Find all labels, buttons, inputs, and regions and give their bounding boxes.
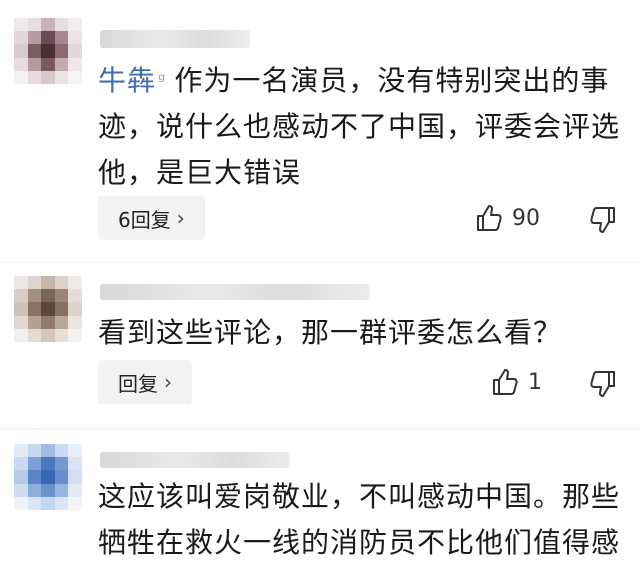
like-count: 1 <box>528 369 542 395</box>
comment-body: 看到这些评论，那一群评委怎么看？ <box>98 316 563 349</box>
like-button[interactable]: 90 <box>476 204 540 232</box>
avatar[interactable] <box>14 18 82 84</box>
reply-label: 6回复 <box>118 207 171 232</box>
avatar[interactable] <box>14 276 82 342</box>
thumb-up-icon <box>476 204 502 232</box>
thumb-up-icon <box>492 368 518 396</box>
avatar[interactable] <box>14 444 82 510</box>
username-link[interactable]: 牛犇 <box>98 64 156 97</box>
chevron-right-icon: › <box>176 206 185 230</box>
blurred-username <box>100 30 250 48</box>
thumb-down-icon <box>590 206 616 234</box>
comment-body: 作为一名演员，没有特别突出的事迹，说什么也感动不了中国，评委会评选他，是巨大错误 <box>98 64 621 189</box>
comment-text: 看到这些评论，那一群评委怎么看？ <box>98 310 628 356</box>
divider <box>0 428 640 429</box>
dislike-button[interactable] <box>590 206 616 234</box>
divider <box>0 262 640 263</box>
comment-text: 这应该叫爱岗敬业，不叫感动中国。那些牺牲在救火一线的消防员不比他们值得感 <box>98 474 628 566</box>
like-button[interactable]: 1 <box>492 368 542 396</box>
chevron-right-icon: › <box>164 370 172 394</box>
comment-text: 牛犇 ᵍ 作为一名演员，没有特别突出的事迹，说什么也感动不了中国，评委会评选他，是巨… <box>98 58 628 196</box>
thumb-down-icon <box>590 370 616 398</box>
reply-button[interactable]: 回复 › <box>98 360 192 404</box>
comment-body: 这应该叫爱岗敬业，不叫感动中国。那些牺牲在救火一线的消防员不比他们值得感 <box>98 480 621 559</box>
blurred-username <box>100 452 290 468</box>
verified-badge-icon: ᵍ <box>158 70 167 91</box>
blurred-username <box>100 284 370 300</box>
reply-label: 回复 <box>118 371 158 396</box>
dislike-button[interactable] <box>590 370 616 398</box>
like-count: 90 <box>512 205 540 231</box>
reply-button[interactable]: 6回复 › <box>98 196 205 240</box>
